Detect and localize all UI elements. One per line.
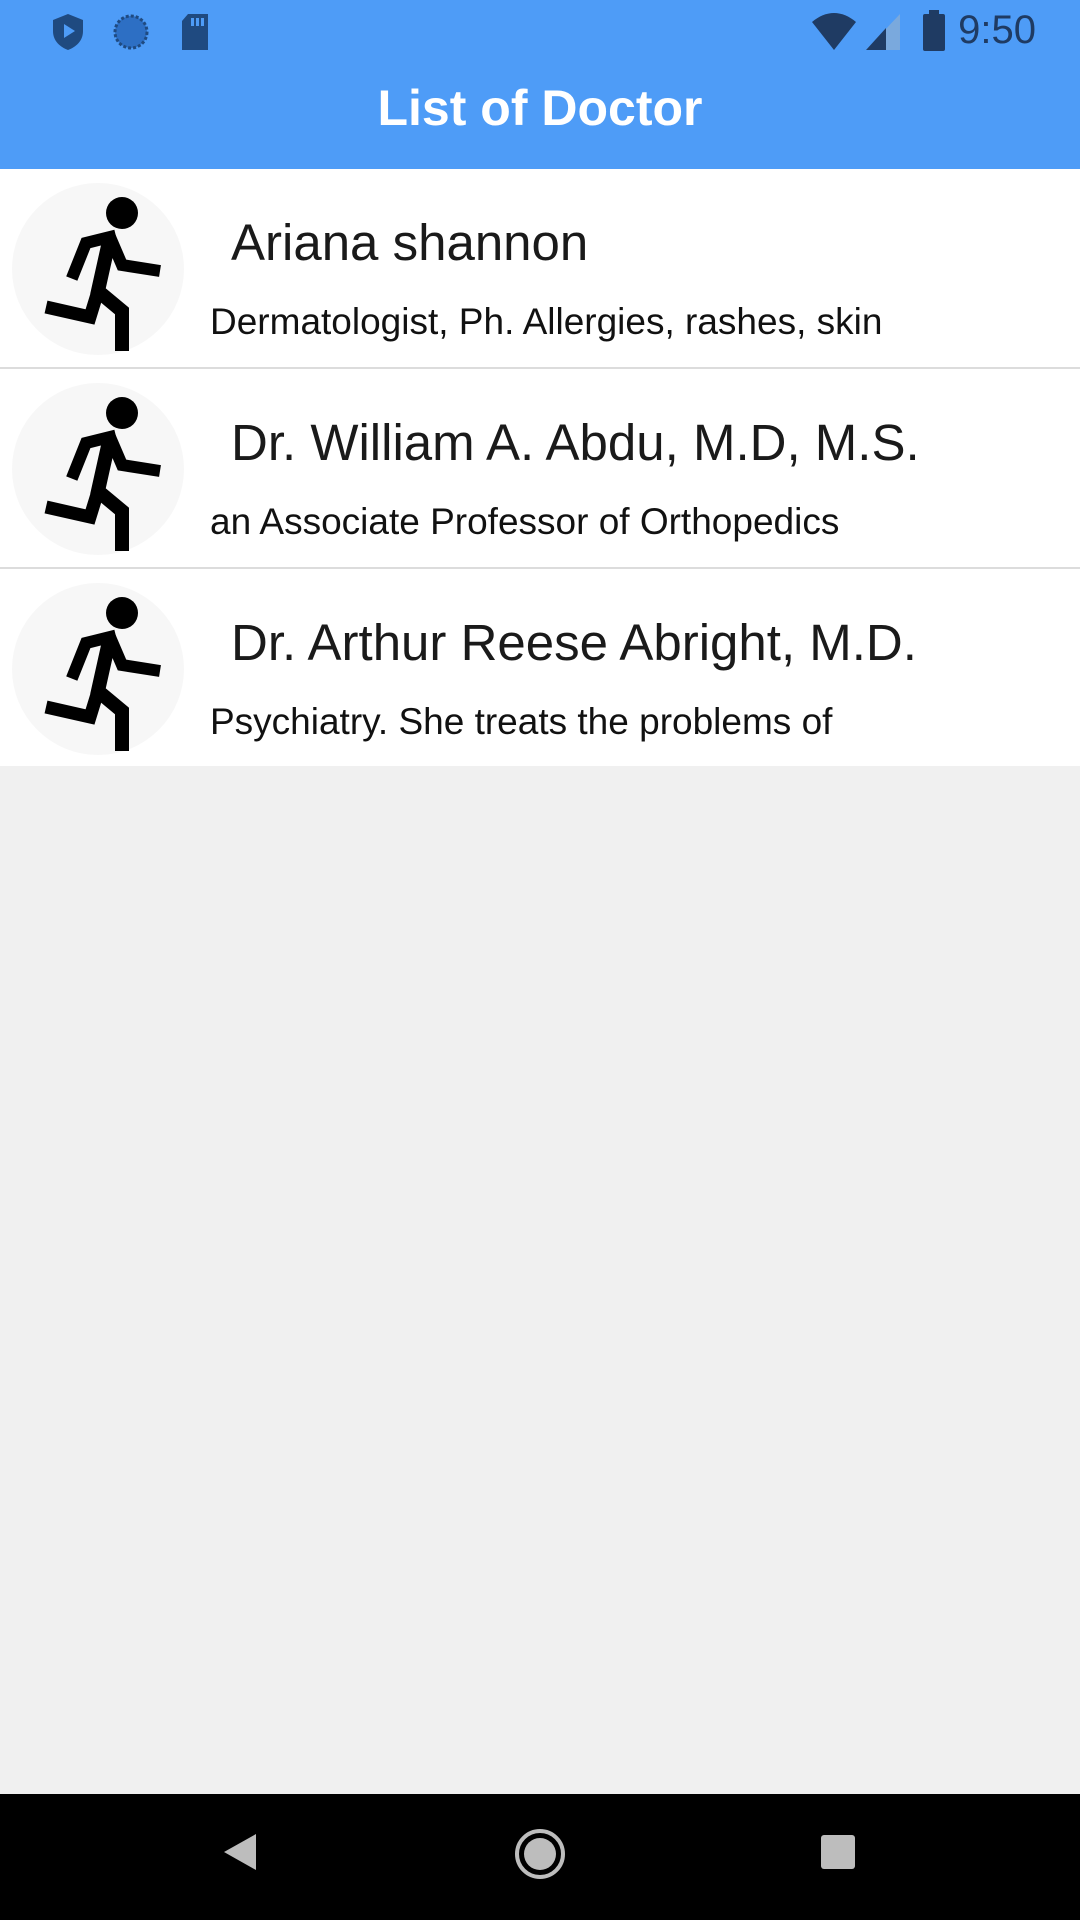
app-bar: List of Doctor [0, 64, 1080, 169]
navigation-bar [0, 1794, 1080, 1920]
avatar [12, 383, 184, 555]
doctor-name: Ariana shannon [231, 214, 589, 271]
wifi-icon [810, 12, 858, 57]
doctor-description: an Associate Professor of Orthopedics [210, 501, 840, 542]
list-item[interactable]: Ariana shannon Dermatologist, Ph. Allerg… [0, 169, 1080, 369]
list-item[interactable]: Dr. William A. Abdu, M.D, M.S. an Associ… [0, 369, 1080, 569]
running-person-icon [44, 397, 161, 551]
home-icon[interactable] [514, 1828, 566, 1885]
running-person-icon [44, 197, 161, 351]
recents-icon[interactable] [820, 1834, 856, 1875]
doctor-description: Psychiatry. She treats the problems of [210, 701, 833, 742]
doctor-name: Dr. William A. Abdu, M.D, M.S. [231, 414, 920, 471]
list-item[interactable]: Dr. Arthur Reese Abright, M.D. Psychiatr… [0, 569, 1080, 766]
back-icon[interactable] [222, 1832, 258, 1877]
status-bar: 9:50 [0, 0, 1080, 64]
doctor-name: Dr. Arthur Reese Abright, M.D. [231, 614, 917, 671]
status-clock: 9:50 [958, 8, 1036, 52]
sync-icon [112, 13, 150, 56]
doctor-description: Dermatologist, Ph. Allergies, rashes, sk… [210, 301, 883, 342]
avatar [12, 183, 184, 355]
avatar [12, 583, 184, 755]
battery-icon [922, 10, 946, 57]
doctor-list: Ariana shannon Dermatologist, Ph. Allerg… [0, 169, 1080, 766]
running-person-icon [44, 597, 161, 751]
cellular-signal-icon [864, 12, 902, 57]
sd-card-icon [178, 12, 212, 57]
page-title: List of Doctor [377, 80, 703, 136]
shield-icon [50, 12, 86, 57]
